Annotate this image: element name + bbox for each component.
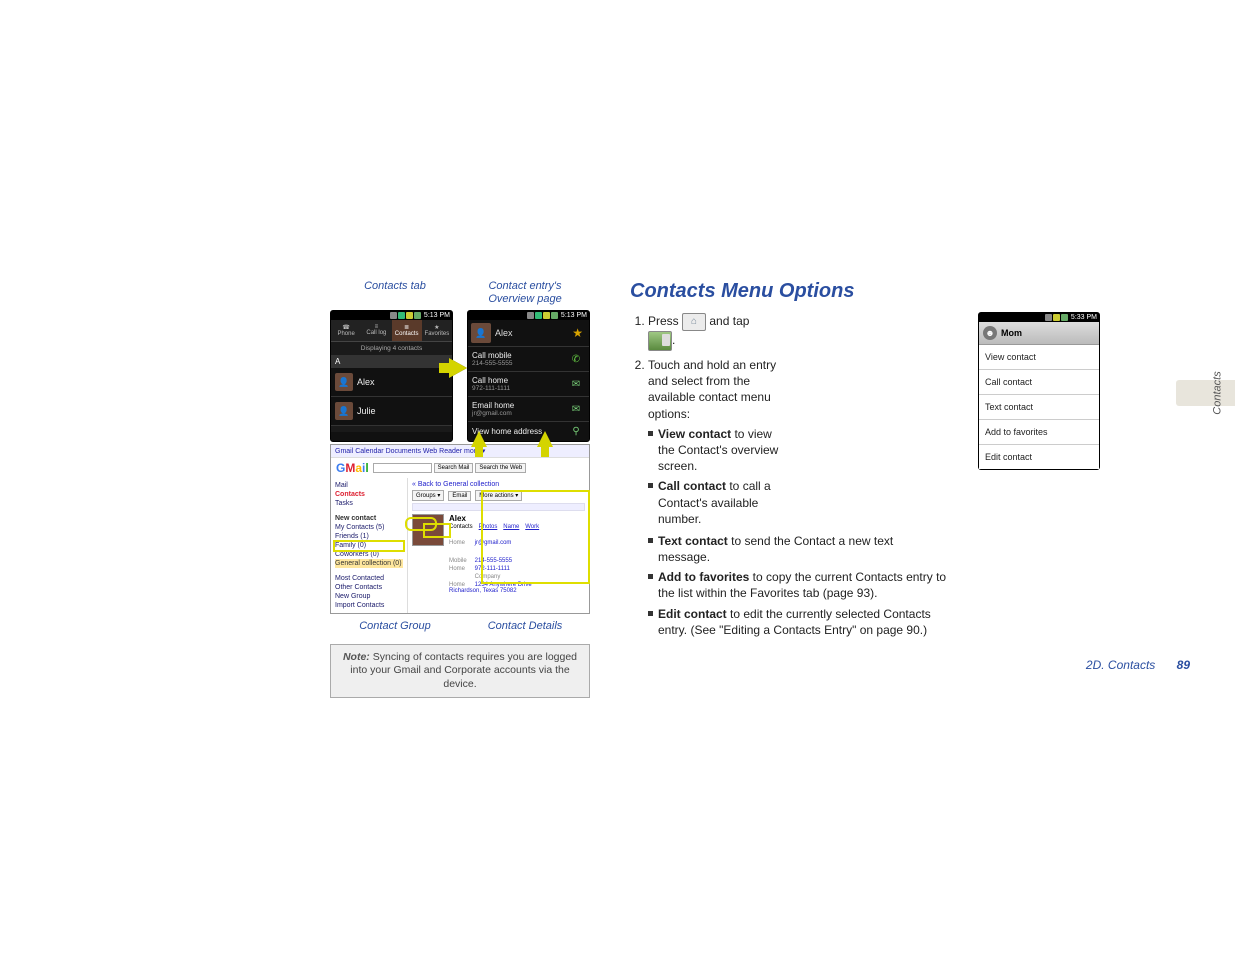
signal-icon: [390, 312, 397, 319]
page-footer: 2D. Contacts 89: [1086, 658, 1190, 672]
status-time: 5:33 PM: [1071, 314, 1097, 321]
menu-item: Add to favorites: [979, 420, 1099, 445]
note-box: Note: Syncing of contacts requires you a…: [330, 644, 590, 699]
highlight-box: [481, 490, 590, 584]
gmail-back-link: « Back to General collection: [412, 481, 585, 488]
phone-tabs: ☎Phone ≡Call log ≣Contacts ★Favorites: [331, 320, 452, 342]
step-1: Press ⌂ and tap .: [648, 313, 790, 351]
menu-item: View contact: [979, 345, 1099, 370]
caption-contact-group: Contact Group: [330, 620, 460, 633]
star-icon: ★: [569, 326, 586, 340]
tab-calllog: ≡Call log: [361, 320, 391, 341]
contact-name: Alex: [357, 377, 448, 387]
caption-overview-page: Contact entry's Overview page: [460, 280, 590, 306]
signal-icon: [1045, 314, 1052, 321]
phone-menu-screenshot: 5:33 PM ☻ Mom View contact Call contact …: [978, 312, 1100, 470]
mail-icon: ✉: [567, 404, 585, 415]
gmail-search-input: [373, 463, 432, 473]
list-item: 👤 Alex: [331, 368, 452, 397]
overview-row: Email homejr@gmail.com ✉: [468, 396, 589, 421]
arrow-right-icon: [449, 358, 467, 378]
signal-icon: [527, 312, 534, 319]
battery-icon: [1053, 314, 1060, 321]
avatar-icon: ☻: [983, 326, 997, 340]
caption-contact-details: Contact Details: [460, 620, 590, 633]
wifi-icon: [535, 312, 542, 319]
contacts-count: Displaying 4 contacts: [331, 342, 452, 355]
overview-name: Alex: [491, 328, 569, 338]
overview-row: Call mobile214-555-5555 ✆: [468, 346, 589, 371]
status-bar: 5:13 PM: [331, 311, 452, 320]
network-icon: [551, 312, 558, 319]
section-side-tab: Contacts: [1176, 380, 1235, 406]
gmail-search-web-btn: Search the Web: [475, 463, 526, 473]
menu-header: ☻ Mom: [979, 322, 1099, 345]
status-time: 5:13 PM: [561, 312, 587, 319]
gmail-search-mail-btn: Search Mail: [434, 463, 474, 473]
arrow-up-icon: [471, 431, 487, 447]
network-icon: [1061, 314, 1068, 321]
bullet-edit-contact: Edit contact to edit the currently selec…: [648, 606, 948, 638]
menu-item: Call contact: [979, 370, 1099, 395]
highlight-box: [333, 540, 405, 552]
status-bar: 5:13 PM: [468, 311, 589, 320]
phone-screenshots-row: 5:13 PM ☎Phone ≡Call log ≣Contacts ★Favo…: [330, 310, 590, 442]
bullet-call-contact: Call contact to call a Contact's availab…: [648, 478, 790, 527]
caption-contacts-tab: Contacts tab: [330, 280, 460, 306]
arrow-up-icon: [537, 431, 553, 447]
phone-overview-screenshot: 5:13 PM 👤 Alex ★ Call mobile214-555-5555…: [467, 310, 590, 442]
network-icon: [414, 312, 421, 319]
menu-item: Edit contact: [979, 445, 1099, 469]
avatar: 👤: [471, 323, 491, 343]
avatar: 👤: [335, 373, 353, 391]
battery-icon: [406, 312, 413, 319]
overview-row: Call home972-111-1111 ✉: [468, 371, 589, 396]
battery-icon: [543, 312, 550, 319]
phone-icon: ✆: [567, 354, 585, 365]
highlight-box: [423, 523, 451, 538]
menu-item: Text contact: [979, 395, 1099, 420]
contacts-app-icon: [648, 331, 672, 351]
bullet-add-favorites: Add to favorites to copy the current Con…: [648, 569, 948, 601]
letter-divider: A: [331, 355, 452, 368]
gmail-email-btn: Email: [448, 491, 471, 501]
tab-contacts: ≣Contacts: [392, 320, 422, 341]
avatar: 👤: [335, 402, 353, 420]
gmail-groups-btn: Groups ▾: [412, 490, 444, 501]
sms-icon: ✉: [567, 379, 585, 390]
bullet-view-contact: View contact to view the Contact's overv…: [648, 426, 790, 475]
status-time: 5:13 PM: [424, 312, 450, 319]
contact-name: Julie: [357, 406, 448, 416]
step-2: Touch and hold an entry and select from …: [648, 357, 790, 527]
gmail-logo: GMail: [336, 461, 369, 475]
gmail-screenshot: Gmail Calendar Documents Web Reader more…: [330, 444, 590, 614]
overview-header: 👤 Alex ★: [468, 320, 589, 346]
home-key-icon: ⌂: [682, 313, 706, 331]
gmail-search: Search Mail Search the Web: [373, 463, 584, 473]
bullet-text-contact: Text contact to send the Contact a new t…: [648, 533, 948, 565]
map-icon: ⚲: [567, 426, 585, 437]
tab-favorites: ★Favorites: [422, 320, 452, 341]
status-bar: 5:33 PM: [979, 313, 1099, 322]
list-item: 👤 Julie: [331, 397, 452, 426]
section-heading: Contacts Menu Options: [630, 280, 950, 303]
tab-phone: ☎Phone: [331, 320, 361, 341]
wifi-icon: [398, 312, 405, 319]
phone-contacts-screenshot: 5:13 PM ☎Phone ≡Call log ≣Contacts ★Favo…: [330, 310, 453, 442]
